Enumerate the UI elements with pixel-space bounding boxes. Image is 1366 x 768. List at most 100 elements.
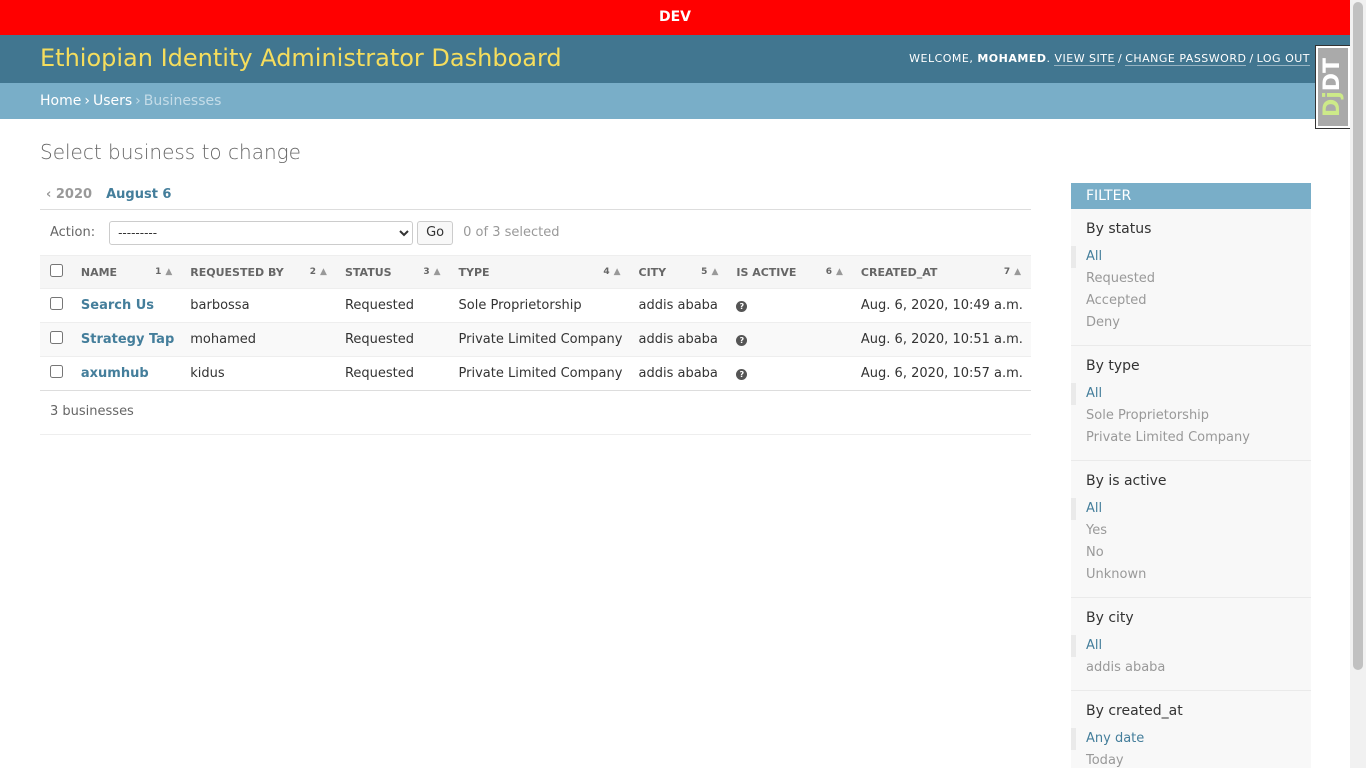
environment-banner: DEV: [0, 0, 1350, 35]
filter-group-title: By city: [1086, 610, 1134, 626]
go-button[interactable]: Go: [417, 220, 454, 245]
sort-indicator[interactable]: 1 ▲: [155, 267, 172, 277]
column-header-is-active[interactable]: IS ACTIVE 6 ▲: [728, 255, 853, 289]
column-header-type[interactable]: TYPE 4 ▲: [450, 255, 631, 289]
change-password-link[interactable]: CHANGE PASSWORD: [1125, 52, 1247, 66]
filter-option[interactable]: All: [1071, 383, 1296, 405]
filter-option[interactable]: All: [1071, 498, 1296, 520]
breadcrumb-home[interactable]: Home: [40, 93, 81, 109]
table-row: axumhub kidus Requested Private Limited …: [40, 356, 1031, 391]
filter-option[interactable]: No: [1086, 542, 1296, 564]
sort-indicator[interactable]: 4 ▲: [603, 267, 620, 277]
filter-option[interactable]: Private Limited Company: [1086, 427, 1296, 449]
filter-group-title: By type: [1086, 358, 1140, 374]
view-site-link[interactable]: VIEW SITE: [1054, 52, 1115, 66]
filter-option[interactable]: Unknown: [1086, 564, 1296, 586]
filter-group-is-active: By is active All Yes No Unknown: [1071, 461, 1311, 598]
cell-status: Requested: [336, 356, 451, 391]
business-name-link[interactable]: axumhub: [81, 366, 149, 381]
sort-indicator[interactable]: 2 ▲: [310, 267, 327, 277]
filter-group-status: By status All Requested Accepted Deny: [1071, 209, 1311, 346]
row-checkbox[interactable]: [50, 331, 63, 344]
sort-ascending-icon: ▲: [1014, 267, 1021, 277]
unknown-icon: ?: [736, 335, 748, 346]
unknown-icon: ?: [736, 301, 748, 312]
sort-ascending-icon: ▲: [433, 267, 441, 277]
filter-group-title: By is active: [1086, 473, 1167, 489]
cell-requested-by: barbossa: [182, 288, 337, 323]
column-header-city[interactable]: CITY 5 ▲: [630, 255, 729, 289]
cell-created-at: Aug. 6, 2020, 10:57 a.m.: [852, 356, 1031, 391]
filter-group-title: By created_at: [1086, 703, 1183, 719]
actions-bar: Action: --------- Go 0 of 3 selected: [40, 210, 1031, 255]
filter-group-title: By status: [1086, 221, 1152, 237]
action-label: Action:: [50, 225, 96, 240]
filter-group-created-at: By created_at Any date Today: [1071, 691, 1311, 768]
row-checkbox[interactable]: [50, 365, 63, 378]
column-header-created-at[interactable]: CREATED_AT 7 ▲: [852, 255, 1031, 289]
filter-option[interactable]: All: [1071, 246, 1296, 268]
cell-requested-by: kidus: [182, 356, 337, 391]
filter-title: Filter: [1071, 183, 1311, 209]
filter-option[interactable]: Accepted: [1086, 290, 1296, 312]
filter-option[interactable]: All: [1071, 635, 1296, 657]
paginator: 3 businesses: [40, 392, 1031, 435]
results-table: NAME 1 ▲ REQUESTED BY 2 ▲ STATUS 3 ▲ TYPE 4 ▲ CI…: [40, 255, 1031, 391]
date-hierarchy-current: August 6: [106, 187, 172, 202]
breadcrumb: Home › Users › Businesses: [0, 83, 1350, 119]
date-hierarchy: ‹ 2020 August 6: [40, 184, 1031, 210]
filter-group-city: By city All addis ababa: [1071, 598, 1311, 691]
filter-option[interactable]: addis ababa: [1086, 657, 1296, 679]
select-all-header: [40, 255, 73, 289]
action-select[interactable]: ---------: [109, 220, 414, 245]
breadcrumb-current: Businesses: [143, 93, 222, 109]
cell-created-at: Aug. 6, 2020, 10:51 a.m.: [852, 322, 1031, 357]
filter-option[interactable]: Yes: [1086, 520, 1296, 542]
filter-sidebar: Filter By status All Requested Accepted …: [1071, 183, 1311, 768]
table-header-row: NAME 1 ▲ REQUESTED BY 2 ▲ STATUS 3 ▲ TYPE 4 ▲ CI…: [40, 255, 1031, 289]
cell-type: Private Limited Company: [450, 356, 631, 391]
cell-requested-by: mohamed: [182, 322, 337, 357]
unknown-icon: ?: [736, 369, 748, 380]
sort-indicator[interactable]: 5 ▲: [701, 267, 718, 277]
filter-option[interactable]: Today: [1086, 750, 1296, 768]
sort-indicator[interactable]: 6 ▲: [826, 267, 843, 277]
debug-toolbar-handle[interactable]: DjDT: [1315, 45, 1351, 129]
breadcrumb-users[interactable]: Users: [93, 93, 132, 109]
page-title: Select business to change: [40, 140, 301, 164]
selection-counter: 0 of 3 selected: [463, 225, 560, 240]
sort-indicator[interactable]: 7 ▲: [1004, 267, 1021, 277]
filter-option[interactable]: Deny: [1086, 312, 1296, 334]
scrollbar[interactable]: [1350, 0, 1366, 768]
scrollbar-thumb[interactable]: [1353, 2, 1363, 670]
header: Ethiopian Identity Administrator Dashboa…: [0, 35, 1350, 83]
sort-indicator[interactable]: 3 ▲: [423, 267, 440, 277]
column-header-name[interactable]: NAME 1 ▲: [72, 255, 183, 289]
row-checkbox[interactable]: [50, 297, 63, 310]
site-title[interactable]: Ethiopian Identity Administrator Dashboa…: [40, 44, 562, 72]
filter-option[interactable]: Any date: [1071, 728, 1296, 750]
cell-type: Private Limited Company: [450, 322, 631, 357]
table-row: Search Us barbossa Requested Sole Propri…: [40, 288, 1031, 323]
cell-status: Requested: [336, 288, 451, 323]
business-name-link[interactable]: Search Us: [81, 298, 154, 313]
log-out-link[interactable]: LOG OUT: [1256, 52, 1310, 66]
select-all-checkbox[interactable]: [50, 264, 63, 277]
sort-ascending-icon: ▲: [613, 267, 621, 277]
cell-status: Requested: [336, 322, 451, 357]
username: MOHAMED: [977, 52, 1047, 65]
sort-ascending-icon: ▲: [165, 267, 173, 277]
business-name-link[interactable]: Strategy Tap: [81, 332, 174, 347]
date-hierarchy-back-link[interactable]: ‹ 2020: [46, 187, 92, 202]
filter-option[interactable]: Sole Proprietorship: [1086, 405, 1296, 427]
filter-option[interactable]: Requested: [1086, 268, 1296, 290]
sort-ascending-icon: ▲: [320, 267, 327, 277]
cell-type: Sole Proprietorship: [450, 288, 631, 323]
column-header-status[interactable]: STATUS 3 ▲: [336, 255, 451, 289]
cell-city: addis ababa: [630, 322, 729, 357]
filter-group-type: By type All Sole Proprietorship Private …: [1071, 346, 1311, 461]
column-header-requested-by[interactable]: REQUESTED BY 2 ▲: [182, 255, 337, 289]
cell-city: addis ababa: [630, 288, 729, 323]
djdt-logo-icon: DjDT: [1318, 48, 1348, 126]
cell-city: addis ababa: [630, 356, 729, 391]
